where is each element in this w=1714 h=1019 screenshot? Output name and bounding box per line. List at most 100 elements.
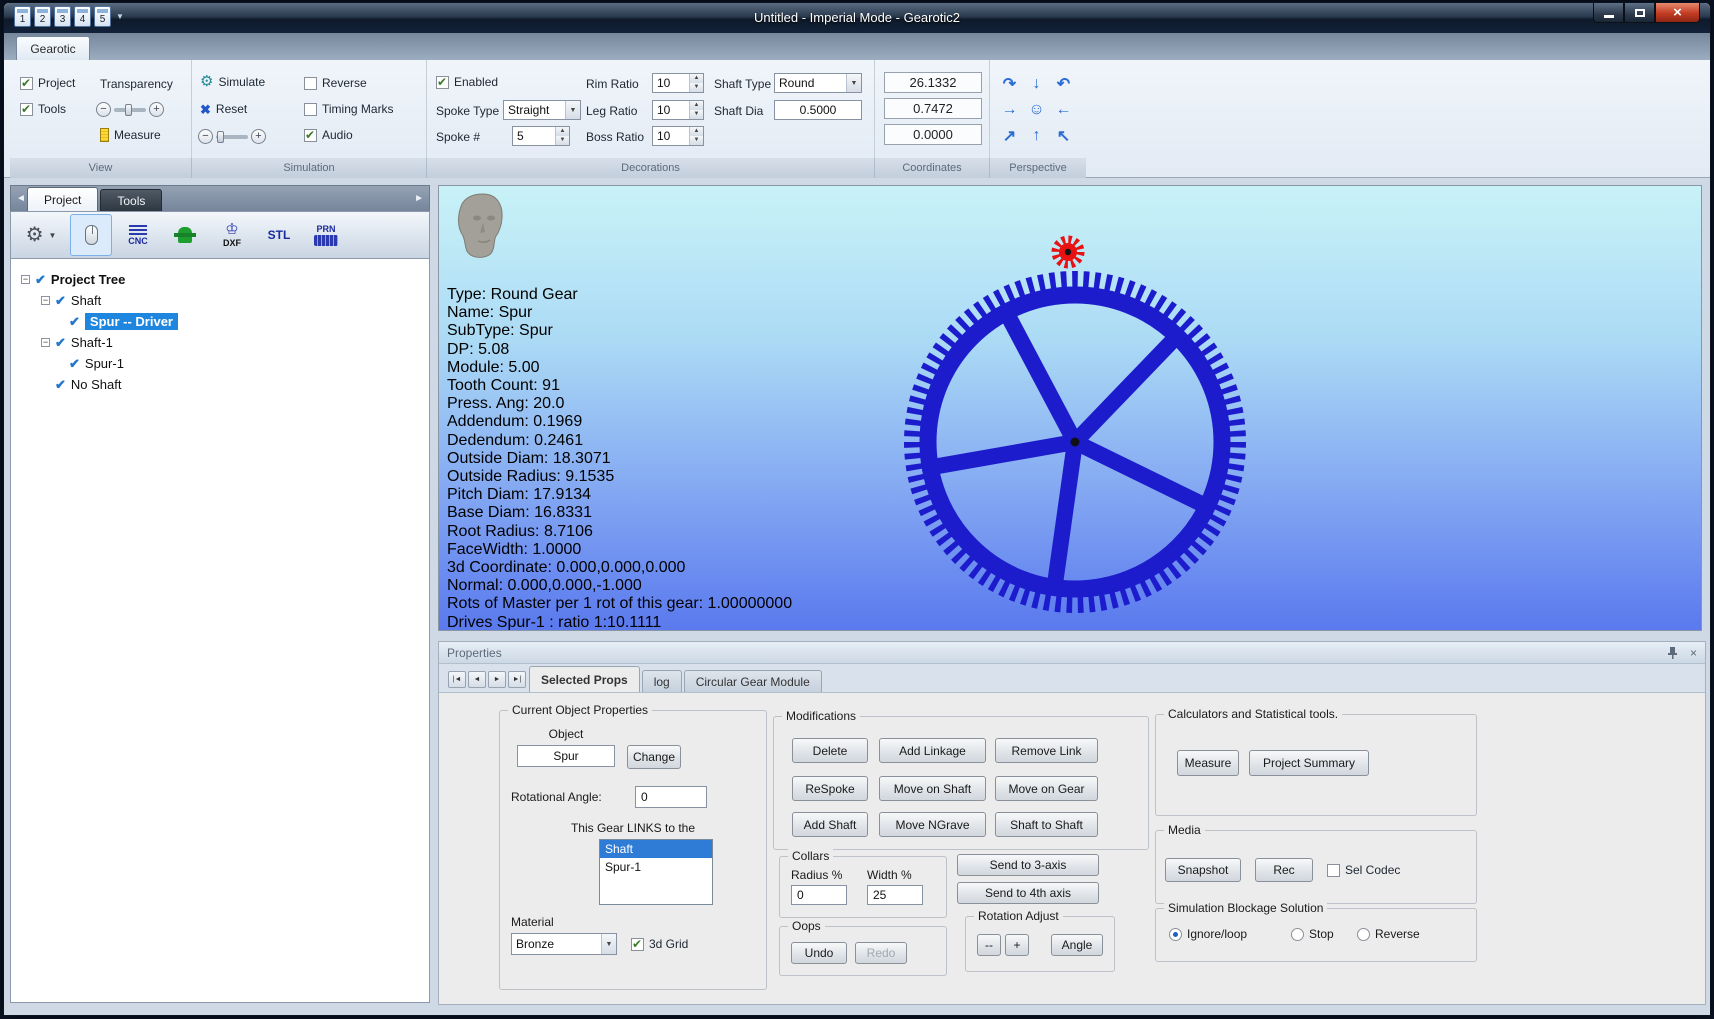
rec-button[interactable]: Rec [1255, 858, 1313, 882]
tab-circular-gear-module[interactable]: Circular Gear Module [684, 670, 822, 692]
spoke-count-down-icon[interactable]: ▼ [556, 136, 569, 145]
tab-selected-props[interactable]: Selected Props [529, 666, 640, 692]
tree-expander[interactable]: − [21, 275, 30, 284]
tab-nav-first-icon[interactable]: |◄ [448, 671, 466, 688]
collar-width-field[interactable] [867, 885, 923, 905]
move-on-gear-button[interactable]: Move on Gear [995, 776, 1098, 801]
tab-nav-prev-icon[interactable]: ◄ [468, 671, 486, 688]
tree-row-no-shaft[interactable]: ✔ No Shaft [11, 374, 429, 395]
simulate-button[interactable]: ⚙ Simulate [200, 75, 265, 89]
speed-minus-icon[interactable]: − [198, 129, 213, 144]
material-combo[interactable]: Bronze ▼ [511, 933, 617, 955]
tree-label[interactable]: Spur-1 [85, 356, 124, 371]
perspective-up-icon[interactable]: ↑ [1023, 124, 1050, 148]
prn-button[interactable]: PRN [305, 214, 347, 256]
change-button[interactable]: Change [627, 745, 681, 769]
tree-row-project-tree[interactable]: − ✔ Project Tree [11, 269, 429, 290]
snapshot-button[interactable]: Snapshot [1165, 858, 1241, 882]
perspective-right-icon[interactable]: → [996, 98, 1023, 122]
move-ngrave-button[interactable]: Move NGrave [879, 812, 986, 837]
boss-ratio-up-icon[interactable]: ▲ [690, 127, 703, 136]
add-shaft-button[interactable]: Add Shaft [792, 812, 868, 837]
transparency-plus-icon[interactable]: + [149, 102, 164, 117]
project-checkbox-box[interactable] [20, 77, 33, 90]
material-dropdown-icon[interactable]: ▼ [601, 934, 616, 954]
tab-nav-last-icon[interactable]: ►| [508, 671, 526, 688]
remove-link-button[interactable]: Remove Link [995, 738, 1098, 763]
audio-checkbox[interactable]: Audio [304, 128, 353, 142]
add-linkage-button[interactable]: Add Linkage [879, 738, 986, 763]
panel-tab-scroll-right-icon[interactable]: ► [414, 193, 424, 204]
shaft-type-dropdown-icon[interactable]: ▼ [846, 74, 861, 92]
perspective-rotate-cw-icon[interactable]: ↷ [996, 72, 1023, 96]
redo-button[interactable]: Redo [855, 942, 907, 964]
rim-ratio-up-icon[interactable]: ▲ [690, 74, 703, 83]
spoke-type-dropdown-icon[interactable]: ▼ [565, 101, 580, 119]
tree-expander[interactable]: − [41, 296, 50, 305]
gear-viewport[interactable]: Type: Round Gear Name: Spur SubType: Spu… [438, 185, 1702, 631]
spoke-type-combo[interactable]: Straight ▼ [503, 100, 581, 120]
fourth-axis-button[interactable] [164, 214, 206, 256]
collar-radius-field[interactable] [791, 885, 847, 905]
project-checkbox[interactable]: Project [20, 76, 75, 90]
shaft-dia-field[interactable]: 0.5000 [774, 100, 862, 120]
rim-ratio-spinner[interactable]: 10 ▲▼ [652, 73, 704, 93]
project-summary-button[interactable]: Project Summary [1249, 750, 1369, 776]
leg-ratio-up-icon[interactable]: ▲ [690, 101, 703, 110]
send-to-4th-axis-button[interactable]: Send to 4th axis [957, 882, 1099, 904]
rotate-minus-button[interactable]: -- [977, 934, 1001, 956]
tools-checkbox-box[interactable] [20, 103, 33, 116]
transparency-minus-icon[interactable]: − [96, 102, 111, 117]
audio-checkbox-box[interactable] [304, 129, 317, 142]
boss-ratio-down-icon[interactable]: ▼ [690, 136, 703, 145]
speed-track[interactable] [216, 135, 248, 139]
sel-codec-checkbox-box[interactable] [1327, 864, 1340, 877]
tab-project[interactable]: Project [27, 187, 98, 211]
rotate-angle-button[interactable]: Angle [1051, 934, 1103, 956]
properties-close-icon[interactable]: × [1690, 646, 1697, 660]
tab-tools[interactable]: Tools [100, 189, 162, 211]
reset-button[interactable]: ✖ Reset [200, 102, 247, 116]
tree-row-spur-driver[interactable]: ✔ Spur -- Driver [11, 311, 429, 332]
maximize-button[interactable] [1624, 3, 1655, 23]
tree-label[interactable]: Project Tree [51, 272, 125, 287]
transparency-slider[interactable]: − + [96, 102, 164, 117]
tab-nav-next-icon[interactable]: ► [488, 671, 506, 688]
reverse-checkbox[interactable]: Reverse [304, 76, 367, 90]
perspective-up-right-icon[interactable]: ↗ [996, 124, 1023, 148]
stop-radio-button[interactable] [1291, 928, 1304, 941]
tree-label[interactable]: Shaft [71, 293, 101, 308]
tree-label-selected[interactable]: Spur -- Driver [85, 313, 178, 330]
tree-row-spur-1[interactable]: ✔ Spur-1 [11, 353, 429, 374]
speed-thumb[interactable] [217, 131, 224, 143]
spoke-count-up-icon[interactable]: ▲ [556, 127, 569, 136]
tree-label[interactable]: Shaft-1 [71, 335, 113, 350]
transparency-track[interactable] [114, 108, 146, 112]
tree-row-shaft-1[interactable]: − ✔ Shaft-1 [11, 332, 429, 353]
speed-plus-icon[interactable]: + [251, 129, 266, 144]
stop-radio[interactable]: Stop [1291, 927, 1334, 941]
stl-button[interactable]: STL [258, 214, 300, 256]
close-button[interactable]: × [1655, 3, 1700, 23]
tab-log[interactable]: log [642, 670, 682, 692]
reverse-checkbox-box[interactable] [304, 77, 317, 90]
leg-ratio-spinner[interactable]: 10 ▲▼ [652, 100, 704, 120]
panel-tab-scroll-left-icon[interactable]: ◄ [16, 193, 26, 204]
minimize-button[interactable] [1593, 3, 1624, 23]
perspective-down-icon[interactable]: ↓ [1023, 72, 1050, 96]
tree-row-shaft[interactable]: − ✔ Shaft [11, 290, 429, 311]
reverse-radio-button[interactable] [1357, 928, 1370, 941]
simulation-speed-slider[interactable]: − + [198, 129, 266, 144]
mouse-tool-button[interactable] [70, 214, 112, 256]
tab-gearotic[interactable]: Gearotic [16, 36, 90, 60]
shaft-type-combo[interactable]: Round ▼ [774, 73, 862, 93]
links-listbox[interactable]: Shaft Spur-1 [599, 839, 713, 905]
respoke-button[interactable]: ReSpoke [792, 776, 868, 801]
measure-tool[interactable]: Measure [100, 128, 161, 142]
grid-checkbox[interactable]: 3d Grid [631, 937, 688, 951]
gearotic-menu-button[interactable]: ⚙ ▼ [17, 214, 65, 256]
links-list-item[interactable]: Spur-1 [600, 858, 712, 876]
links-list-item-selected[interactable]: Shaft [600, 840, 712, 858]
measure-button[interactable]: Measure [1177, 750, 1239, 776]
grid-checkbox-box[interactable] [631, 938, 644, 951]
